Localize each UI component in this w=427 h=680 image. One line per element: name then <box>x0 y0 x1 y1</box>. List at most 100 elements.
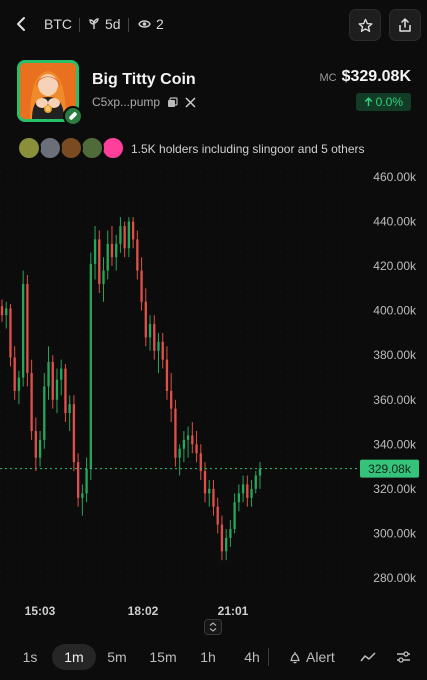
back-button[interactable] <box>10 12 32 36</box>
candle-body <box>72 404 76 463</box>
favorite-button[interactable] <box>349 9 381 41</box>
candle-body <box>43 386 46 440</box>
candle-body <box>246 484 249 498</box>
interval-4h[interactable]: 4h <box>236 644 268 670</box>
price-change-text: 0.0% <box>375 95 403 109</box>
top-bar: BTC 5d 2 <box>0 0 427 50</box>
candle-body <box>225 537 228 552</box>
holder-avatar <box>38 136 62 160</box>
market-cap: MC $329.08K <box>320 68 412 86</box>
chart-expand-button[interactable] <box>204 619 222 635</box>
candle-body <box>203 471 207 494</box>
candle-body <box>237 493 241 503</box>
candle-body <box>144 301 147 338</box>
x-axis-tick-label: 15:03 <box>25 604 56 618</box>
token-name: Big Titty Coin <box>92 71 196 88</box>
token-age-text: 5d <box>105 16 121 32</box>
chevron-up-down-icon <box>209 622 217 632</box>
candle-body <box>13 357 16 391</box>
chevron-left-icon <box>17 17 25 31</box>
candle-body <box>195 444 198 454</box>
indicator-button[interactable] <box>357 646 379 668</box>
copy-icon[interactable] <box>167 96 178 108</box>
eye-icon <box>138 20 151 28</box>
candle-body <box>64 368 67 414</box>
watcher-count-text: 2 <box>156 16 164 32</box>
current-price-label: 329.08k <box>368 462 412 476</box>
interval-5m[interactable]: 5m <box>101 644 133 670</box>
candle-body <box>241 484 245 494</box>
candle-body <box>182 439 186 449</box>
interval-1m[interactable]: 1m <box>52 644 96 670</box>
candle-body <box>21 283 25 378</box>
token-address-row: C5xp...pump <box>92 95 196 109</box>
y-axis-tick-label: 340.00k <box>373 437 417 451</box>
candle-body <box>55 379 59 400</box>
candle-body <box>47 361 50 387</box>
alert-button[interactable]: Alert <box>289 644 335 670</box>
candle-body <box>51 361 54 400</box>
candle-body <box>186 435 190 440</box>
divider <box>79 18 80 32</box>
y-axis-tick-label: 280.00k <box>373 571 417 585</box>
holders-row[interactable]: 1.5K holders including slingoor and 5 ot… <box>0 130 427 166</box>
alert-label: Alert <box>306 649 335 665</box>
candle-body <box>123 226 126 249</box>
interval-15m[interactable]: 15m <box>145 644 181 670</box>
x-axis-tick-label: 18:02 <box>128 604 159 618</box>
candle-body <box>148 324 152 338</box>
candlestick-chart[interactable]: 460.00k 440.00k 420.00k 400.00k 380.00k 360.0… <box>0 166 427 636</box>
candle-body <box>89 263 92 469</box>
sprout-icon <box>89 18 99 29</box>
token-age: 5d <box>88 16 121 32</box>
pill-badge <box>63 106 83 126</box>
interval-bar: 1s 1m 5m 15m 1h 4h Alert <box>0 642 427 674</box>
candle-body <box>191 435 194 445</box>
candle-body <box>220 524 224 552</box>
candle-body <box>229 528 232 538</box>
candle-body <box>178 448 181 458</box>
candle-body <box>76 462 80 498</box>
candle-body <box>106 243 109 271</box>
candle-body <box>233 502 236 529</box>
y-axis-tick-label: 380.00k <box>373 348 417 362</box>
holders-text: 1.5K holders including slingoor and 5 ot… <box>131 142 365 156</box>
candle-body <box>102 270 105 284</box>
y-axis-tick-label: 360.00k <box>373 393 417 407</box>
candle-body <box>26 283 29 374</box>
y-axis-tick-label: 300.00k <box>373 526 417 540</box>
share-button[interactable] <box>389 9 421 41</box>
candle-body <box>131 221 135 240</box>
candle-body <box>119 226 122 244</box>
sliders-icon <box>396 651 410 663</box>
price-change-badge: 0.0% <box>355 93 411 111</box>
star-icon <box>357 18 373 32</box>
candle-body <box>161 341 164 360</box>
line-chart-icon <box>360 652 376 662</box>
price-chart[interactable]: 460.00k 440.00k 420.00k 400.00k 380.00k 360.0… <box>0 166 427 636</box>
candle-body <box>30 373 33 431</box>
token-header: B Big Titty Coin C5xp...pump MC $329.08K… <box>0 50 427 130</box>
holder-avatar <box>59 136 83 160</box>
candle-body <box>81 493 84 498</box>
pill-icon <box>69 112 77 120</box>
y-axis-tick-label: 460.00k <box>373 170 417 184</box>
x-twitter-icon[interactable] <box>185 96 196 108</box>
candle-body <box>85 468 88 494</box>
candle-body <box>115 243 118 258</box>
interval-1h[interactable]: 1h <box>192 644 224 670</box>
candle-body <box>98 239 101 284</box>
arrow-up-icon <box>364 97 372 106</box>
candle-body <box>140 270 143 302</box>
token-address: C5xp...pump <box>92 95 161 109</box>
holder-avatar <box>80 136 104 160</box>
candle-body <box>170 390 173 409</box>
interval-1s[interactable]: 1s <box>14 644 46 670</box>
y-axis-tick-label: 420.00k <box>373 259 417 273</box>
settings-button[interactable] <box>392 646 414 668</box>
holder-avatar <box>17 136 41 160</box>
svg-text:B: B <box>46 106 50 113</box>
candle-body <box>17 377 21 391</box>
candle-body <box>0 306 4 316</box>
candle-body <box>258 468 262 476</box>
